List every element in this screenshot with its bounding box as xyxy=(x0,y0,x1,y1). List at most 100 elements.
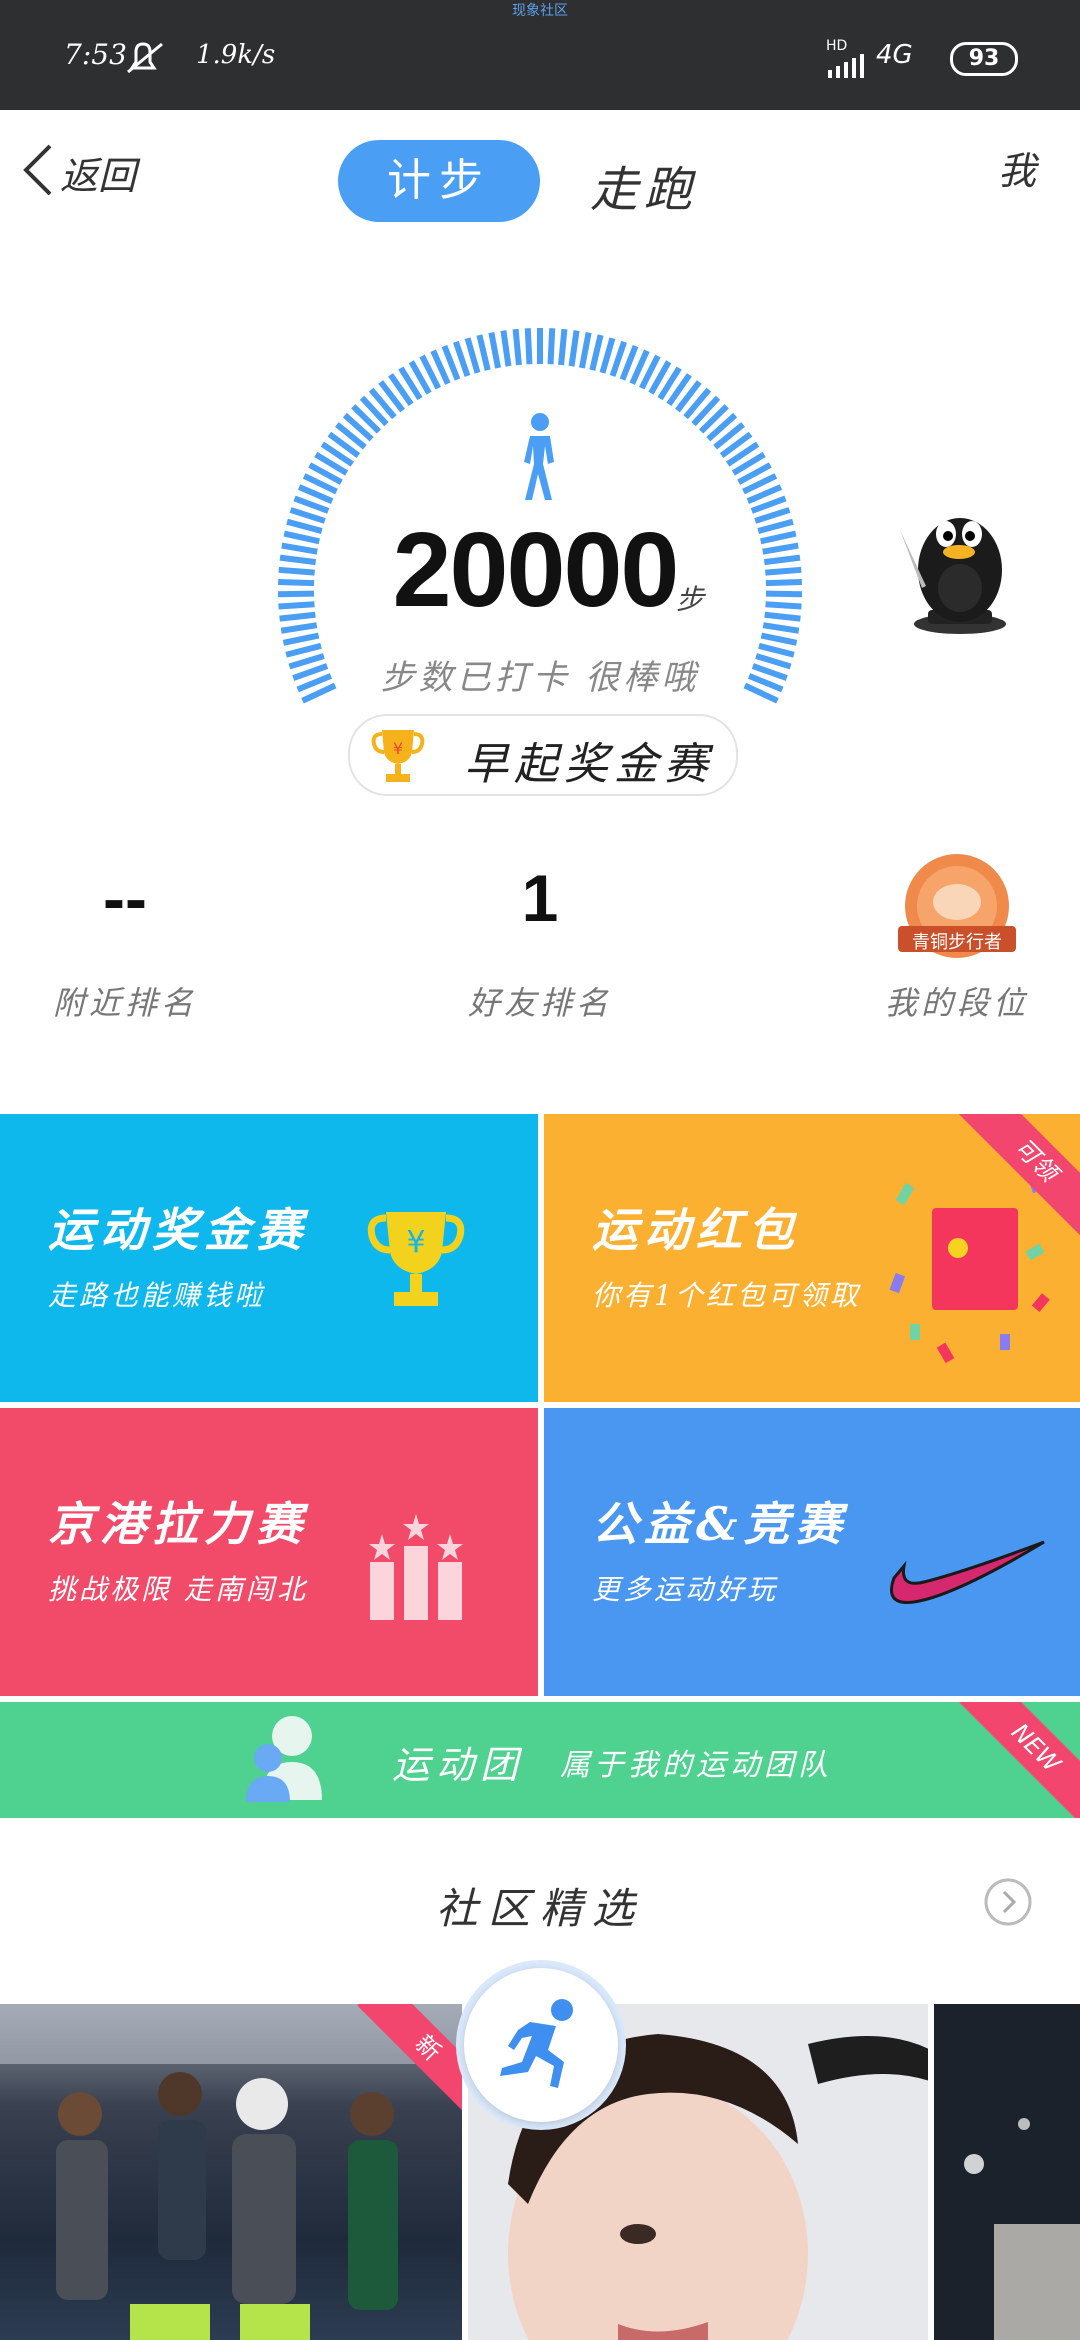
tab-walk-run[interactable]: 走跑 xyxy=(590,150,698,220)
gauge-tick xyxy=(765,579,802,587)
step-count: 20000 xyxy=(392,511,680,629)
tile-subtitle: 你有1个红包可领取 xyxy=(592,1279,861,1312)
tile-title: 运动奖金赛 xyxy=(48,1203,308,1257)
nearby-rank-label[interactable]: 附近排名 xyxy=(20,978,230,1024)
swoosh-icon xyxy=(890,1540,1045,1604)
gauge-tick xyxy=(289,507,326,524)
gauge-tick xyxy=(476,334,491,371)
network-speed: 1.9k/s xyxy=(196,40,276,70)
hd-label: HD xyxy=(826,38,848,54)
tile-subtitle: 挑战极限 走南闯北 xyxy=(48,1573,308,1606)
gauge-tick xyxy=(280,622,318,634)
gauge-tick xyxy=(754,507,791,524)
battery-indicator: 93 xyxy=(950,42,1018,76)
night-shapes xyxy=(934,2004,1080,2340)
walking-person-icon xyxy=(524,413,554,500)
my-level-label[interactable]: 我的段位 xyxy=(852,978,1062,1024)
step-status-note: 步数已打卡 很棒哦 xyxy=(380,658,700,698)
gauge-tick xyxy=(568,330,580,367)
gauge-tick xyxy=(279,554,317,566)
me-button[interactable]: 我 xyxy=(998,140,1036,195)
podium-stars-icon xyxy=(369,1514,463,1620)
team-title: 运动团 xyxy=(392,1743,525,1787)
friend-rank-label[interactable]: 好友排名 xyxy=(435,978,645,1024)
chevron-right-circle-icon[interactable] xyxy=(984,1878,1032,1926)
gauge-tick xyxy=(281,542,318,555)
gauge-tick xyxy=(285,642,322,658)
running-person-icon xyxy=(500,1999,573,2088)
team-banner[interactable]: 运动团 属于我的运动团队 NEW xyxy=(0,1702,1080,1818)
community-title: 社区精选 xyxy=(435,1884,644,1933)
early-contest-button[interactable]: ¥ 早起奖金赛 xyxy=(348,714,738,796)
gauge-tick xyxy=(765,601,802,610)
tab-steps[interactable]: 计步 xyxy=(338,140,540,222)
gauge-tick xyxy=(599,337,616,374)
gauge-tick xyxy=(286,518,323,534)
svg-text:¥: ¥ xyxy=(393,739,403,758)
gauge-tick xyxy=(755,653,792,670)
trophy-icon: ¥ xyxy=(371,730,425,782)
gauge-tick xyxy=(609,340,627,377)
gauge-tick xyxy=(558,328,568,366)
gauge-tick xyxy=(760,632,798,646)
svg-text:¥: ¥ xyxy=(406,1225,425,1260)
start-run-button[interactable] xyxy=(464,1968,618,2122)
tile-sports-prize[interactable]: 运动奖金赛 走路也能赚钱啦 ¥ xyxy=(0,1114,538,1402)
step-unit: 步 xyxy=(676,583,705,616)
qq-penguin-mascot[interactable] xyxy=(880,490,1030,640)
gauge-tick xyxy=(579,331,592,369)
gauge-tick xyxy=(760,530,797,545)
nearby-rank-value: -- xyxy=(103,861,147,935)
gauge-tick xyxy=(757,518,794,534)
signal-icon xyxy=(828,54,864,78)
gauge-tick xyxy=(282,632,320,646)
back-button[interactable]: 返回 xyxy=(60,145,136,200)
gauge-tick xyxy=(464,337,481,374)
gauge-tick xyxy=(512,328,522,366)
gauge-tick xyxy=(547,328,556,365)
gauge-tick xyxy=(763,554,801,566)
team-people-icon xyxy=(246,1716,322,1802)
community-photo-basketball[interactable]: 新 xyxy=(0,2004,462,2340)
tile-rally-race[interactable]: 京港拉力赛 挑战极限 走南闯北 xyxy=(0,1408,538,1696)
players-silhouette xyxy=(0,2004,462,2340)
tile-title: 京港拉力赛 xyxy=(48,1497,308,1551)
gauge-tick xyxy=(488,331,501,369)
gauge-tick xyxy=(278,579,315,587)
carrier-tag: 现象社区 xyxy=(512,3,568,19)
community-photo-night[interactable] xyxy=(934,2004,1080,2340)
trophy-icon: ¥ xyxy=(367,1212,465,1306)
gauge-tick xyxy=(765,590,803,598)
gauge-tick xyxy=(758,642,795,658)
gauge-tick xyxy=(288,653,325,670)
gauge-tick xyxy=(762,622,800,634)
tile-charity-contest[interactable]: 公益&竞赛 更多运动好玩 xyxy=(544,1408,1080,1696)
gauge-tick xyxy=(589,334,604,371)
friend-rank-value: 1 xyxy=(521,861,559,935)
gauge-tick xyxy=(524,328,533,365)
tile-title: 公益&竞赛 xyxy=(592,1497,848,1551)
gauge-tick xyxy=(500,330,512,367)
early-contest-label: 早起奖金赛 xyxy=(464,739,714,790)
gauge-tick xyxy=(762,542,799,555)
status-bar: 现象社区 7:53 1.9k/s HD 4G 93 xyxy=(0,0,1080,110)
gauge-tick xyxy=(279,611,316,622)
status-time: 7:53 xyxy=(64,38,127,71)
tile-subtitle: 更多运动好玩 xyxy=(592,1573,779,1606)
badge-label: 青铜步行者 xyxy=(912,932,1002,953)
mute-icon xyxy=(127,42,163,74)
new-corner-badge: NEW xyxy=(949,1702,1080,1818)
team-subtitle: 属于我的运动团队 xyxy=(560,1748,832,1783)
gauge-tick xyxy=(283,530,320,545)
rank-badge[interactable]: 青铜步行者 xyxy=(894,852,1020,962)
tile-red-packet[interactable]: 运动红包 你有1个红包可领取 可领 xyxy=(544,1114,1080,1402)
gauge-tick xyxy=(765,566,802,576)
gauge-tick xyxy=(277,590,315,598)
chevron-left-icon[interactable] xyxy=(18,142,58,198)
tile-title: 运动红包 xyxy=(592,1203,800,1257)
gauge-tick xyxy=(453,340,471,377)
gauge-tick xyxy=(278,566,315,576)
gauge-tick xyxy=(278,601,315,610)
network-type: 4G xyxy=(876,40,913,70)
tile-subtitle: 走路也能赚钱啦 xyxy=(48,1279,266,1312)
